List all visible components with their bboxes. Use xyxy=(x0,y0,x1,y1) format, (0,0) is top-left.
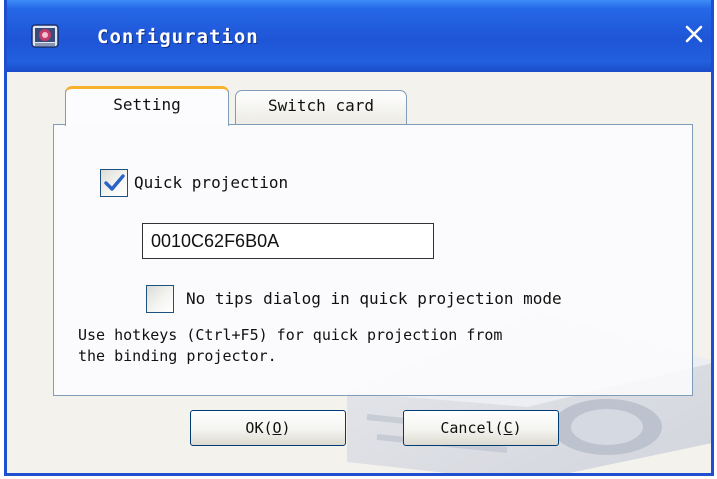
no-tips-dialog-label[interactable]: No tips dialog in quick projection mode xyxy=(186,289,562,308)
quick-projection-checkbox[interactable] xyxy=(100,169,128,197)
quick-projection-label[interactable]: Quick projection xyxy=(134,173,288,192)
tab-setting[interactable]: Setting xyxy=(65,86,229,126)
configuration-window: Configuration Switch card Setting Quick … xyxy=(4,0,714,476)
window-title: Configuration xyxy=(97,26,259,48)
hint-line-1: Use hotkeys (Ctrl+F5) for quick projecti… xyxy=(78,326,503,344)
title-bar[interactable]: Configuration xyxy=(7,0,711,72)
hint-line-2: the binding projector. xyxy=(78,347,277,365)
no-tips-dialog-checkbox[interactable] xyxy=(146,285,174,313)
tab-switch-card[interactable]: Switch card xyxy=(235,90,407,124)
setting-tab-panel: Quick projection No tips dialog in quick… xyxy=(53,124,693,396)
ok-button[interactable]: OK(O) xyxy=(190,410,346,446)
mac-address-field[interactable] xyxy=(142,223,434,259)
close-icon[interactable] xyxy=(682,22,706,46)
projector-app-icon xyxy=(31,24,59,48)
cancel-accelerator-key: C xyxy=(503,419,513,437)
dialog-body: Switch card Setting Quick projection No … xyxy=(7,72,711,473)
checkmark-icon xyxy=(104,174,125,191)
cancel-button-label: Cancel xyxy=(440,419,495,437)
ok-accelerator-key: O xyxy=(272,419,282,437)
cancel-button[interactable]: Cancel(C) xyxy=(403,410,559,446)
hotkey-hint-text: Use hotkeys (Ctrl+F5) for quick projecti… xyxy=(78,325,678,367)
ok-button-label: OK xyxy=(245,419,264,437)
